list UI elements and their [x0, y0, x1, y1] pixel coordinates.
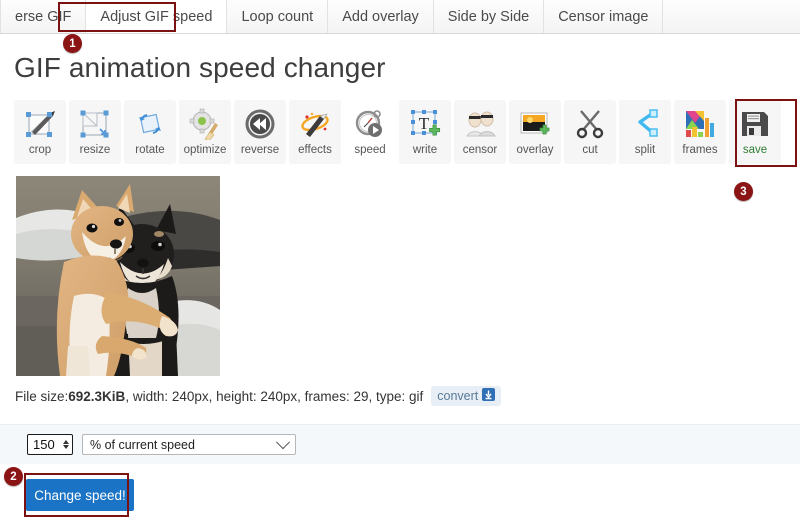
tool-speed[interactable]: speed	[344, 100, 396, 164]
rotate-icon	[130, 105, 170, 143]
step-badge-1: 1	[63, 34, 82, 53]
stepper-arrows-icon[interactable]	[59, 435, 72, 454]
tool-label: optimize	[183, 144, 227, 156]
tool-censor[interactable]: censor	[454, 100, 506, 164]
convert-button[interactable]: convert	[431, 386, 502, 406]
tool-crop[interactable]: crop	[14, 100, 66, 164]
tool-label: split	[634, 144, 656, 156]
speed-value-stepper[interactable]: 150	[27, 434, 73, 455]
tool-label: cut	[582, 144, 598, 156]
optimize-icon	[185, 105, 225, 143]
tab-loop-count[interactable]: Loop count	[227, 0, 329, 33]
overlay-icon	[515, 105, 555, 143]
tool-label: overlay	[516, 144, 554, 156]
tab-censor-image[interactable]: Censor image	[544, 0, 664, 33]
censor-icon	[460, 105, 500, 143]
file-info-rest: , width: 240px, height: 240px, frames: 2…	[125, 388, 424, 404]
speed-icon	[350, 105, 390, 143]
tool-effects[interactable]: effects	[289, 100, 341, 164]
file-size-value: 692.3KiB	[68, 388, 126, 404]
write-icon: T	[405, 105, 445, 143]
tool-label: speed	[354, 144, 386, 156]
tool-label: write	[412, 144, 438, 156]
svg-text:T: T	[419, 114, 430, 133]
change-speed-label: Change speed!	[34, 487, 126, 503]
tab-reverse-gif[interactable]: erse GIF	[0, 0, 87, 33]
tab-label: erse GIF	[15, 8, 72, 25]
tab-label: Adjust GIF speed	[100, 8, 213, 25]
speed-unit-selected-value: % of current speed	[90, 437, 195, 452]
tab-side-by-side[interactable]: Side by Side	[434, 0, 545, 33]
tool-write[interactable]: T write	[399, 100, 451, 164]
step-badge-3: 3	[734, 182, 753, 201]
tool-label: reverse	[240, 144, 280, 156]
tool-toolbar: crop resize rotate optimize reverse effe…	[14, 100, 781, 164]
speed-value-input[interactable]: 150	[28, 437, 59, 452]
speed-unit-select[interactable]: % of current speed	[82, 434, 296, 455]
tab-adjust-gif-speed[interactable]: Adjust GIF speed	[86, 0, 228, 33]
file-info: File size: 692.3KiB, width: 240px, heigh…	[15, 386, 502, 406]
tool-save[interactable]: save	[729, 100, 781, 164]
reverse-icon	[240, 105, 280, 143]
download-arrow-icon	[482, 388, 496, 404]
tab-add-overlay[interactable]: Add overlay	[328, 0, 434, 33]
split-icon	[625, 105, 665, 143]
tab-label: Loop count	[241, 8, 314, 25]
tool-overlay[interactable]: overlay	[509, 100, 561, 164]
tool-rotate[interactable]: rotate	[124, 100, 176, 164]
cut-icon	[570, 105, 610, 143]
tool-reverse[interactable]: reverse	[234, 100, 286, 164]
change-speed-button[interactable]: Change speed!	[26, 479, 134, 511]
tool-optimize[interactable]: optimize	[179, 100, 231, 164]
convert-label: convert	[437, 389, 479, 403]
tool-label: save	[742, 144, 768, 156]
tool-frames[interactable]: frames	[674, 100, 726, 164]
preview-image	[16, 176, 220, 376]
tab-bar: erse GIF Adjust GIF speed Loop count Add…	[0, 0, 800, 34]
tab-label: Add overlay	[342, 8, 419, 25]
step-badge-2: 2	[4, 467, 23, 486]
tool-label: effects	[298, 144, 332, 156]
tool-split[interactable]: split	[619, 100, 671, 164]
save-floppy-icon	[735, 105, 775, 143]
file-info-prefix: File size:	[15, 388, 69, 404]
tool-resize[interactable]: resize	[69, 100, 121, 164]
tool-label: rotate	[135, 144, 165, 156]
frames-icon	[680, 105, 720, 143]
chevron-down-icon	[275, 434, 291, 449]
tool-cut[interactable]: cut	[564, 100, 616, 164]
tab-bar-filler	[663, 0, 800, 33]
crop-icon	[20, 105, 60, 143]
tool-label: crop	[28, 144, 52, 156]
page-title: GIF animation speed changer	[14, 52, 386, 83]
tool-label: censor	[462, 144, 498, 156]
tab-label: Censor image	[558, 8, 649, 25]
gif-preview[interactable]	[16, 176, 220, 376]
tool-label: resize	[79, 144, 111, 156]
resize-icon	[75, 105, 115, 143]
tool-label: frames	[682, 144, 718, 156]
tab-label: Side by Side	[447, 8, 530, 25]
effects-icon	[295, 105, 335, 143]
